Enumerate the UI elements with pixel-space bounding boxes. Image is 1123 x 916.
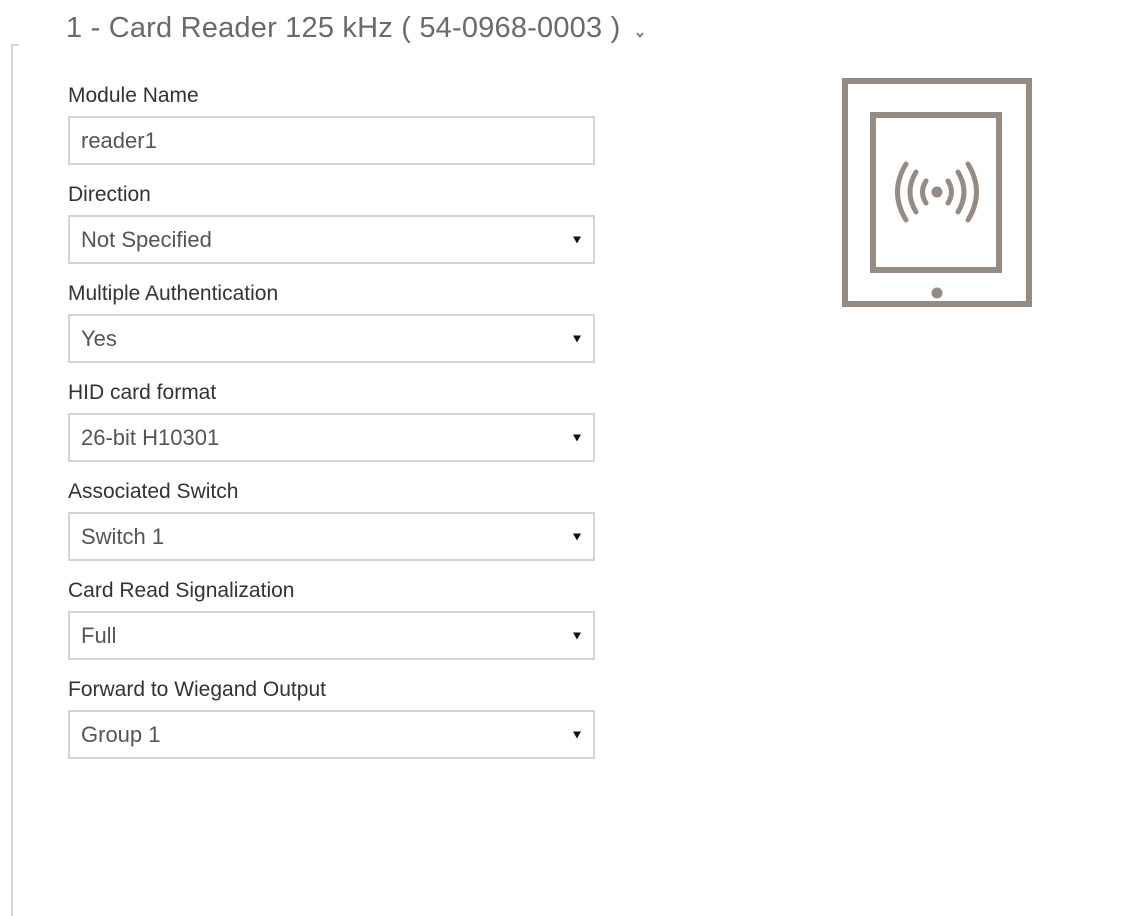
module-name-input[interactable]: reader1 [68,116,595,165]
chevron-down-icon[interactable] [636,26,645,38]
card-read-signalization-value: Full [81,622,117,648]
card-read-signalization-label: Card Read Signalization [68,579,295,602]
dropdown-arrow-icon [573,434,581,441]
multiple-authentication-label: Multiple Authentication [68,282,279,305]
forward-to-wiegand-output-label: Forward to Wiegand Output [68,678,326,701]
direction-value: Not Specified [81,226,212,252]
section-header[interactable]: 1 - Card Reader 125 kHz ( 54-0968-0003 ) [66,8,645,48]
direction-field: Direction Not Specified [68,177,595,276]
multiple-authentication-field: Multiple Authentication Yes [68,276,595,375]
dropdown-arrow-icon [573,731,581,738]
associated-switch-label: Associated Switch [68,480,239,503]
dropdown-arrow-icon [573,236,581,243]
dropdown-arrow-icon [573,533,581,540]
hid-card-format-select[interactable]: 26-bit H10301 [68,413,595,462]
rfid-card-reader-icon [842,78,1032,307]
module-name-value: reader1 [81,127,157,153]
hid-card-format-value: 26-bit H10301 [81,424,220,450]
card-reader-settings-form: Module Name reader1 Direction Not Specif… [68,78,595,771]
direction-select[interactable]: Not Specified [68,215,595,264]
multiple-authentication-select[interactable]: Yes [68,314,595,363]
forward-to-wiegand-output-field: Forward to Wiegand Output Group 1 [68,672,595,771]
card-read-signalization-select[interactable]: Full [68,611,595,660]
module-name-field: Module Name reader1 [68,78,595,177]
multiple-authentication-value: Yes [81,325,117,351]
card-read-signalization-field: Card Read Signalization Full [68,573,595,672]
hid-card-format-field: HID card format 26-bit H10301 [68,375,595,474]
forward-to-wiegand-output-value: Group 1 [81,721,161,747]
associated-switch-value: Switch 1 [81,523,165,549]
forward-to-wiegand-output-select[interactable]: Group 1 [68,710,595,759]
associated-switch-field: Associated Switch Switch 1 [68,474,595,573]
hid-card-format-label: HID card format [68,381,217,404]
section-frame-line [11,44,13,916]
module-name-label: Module Name [68,84,199,107]
dropdown-arrow-icon [573,335,581,342]
associated-switch-select[interactable]: Switch 1 [68,512,595,561]
section-frame-corner [11,44,19,46]
section-title: 1 - Card Reader 125 kHz ( 54-0968-0003 ) [66,11,621,44]
dropdown-arrow-icon [573,632,581,639]
direction-label: Direction [68,183,151,206]
